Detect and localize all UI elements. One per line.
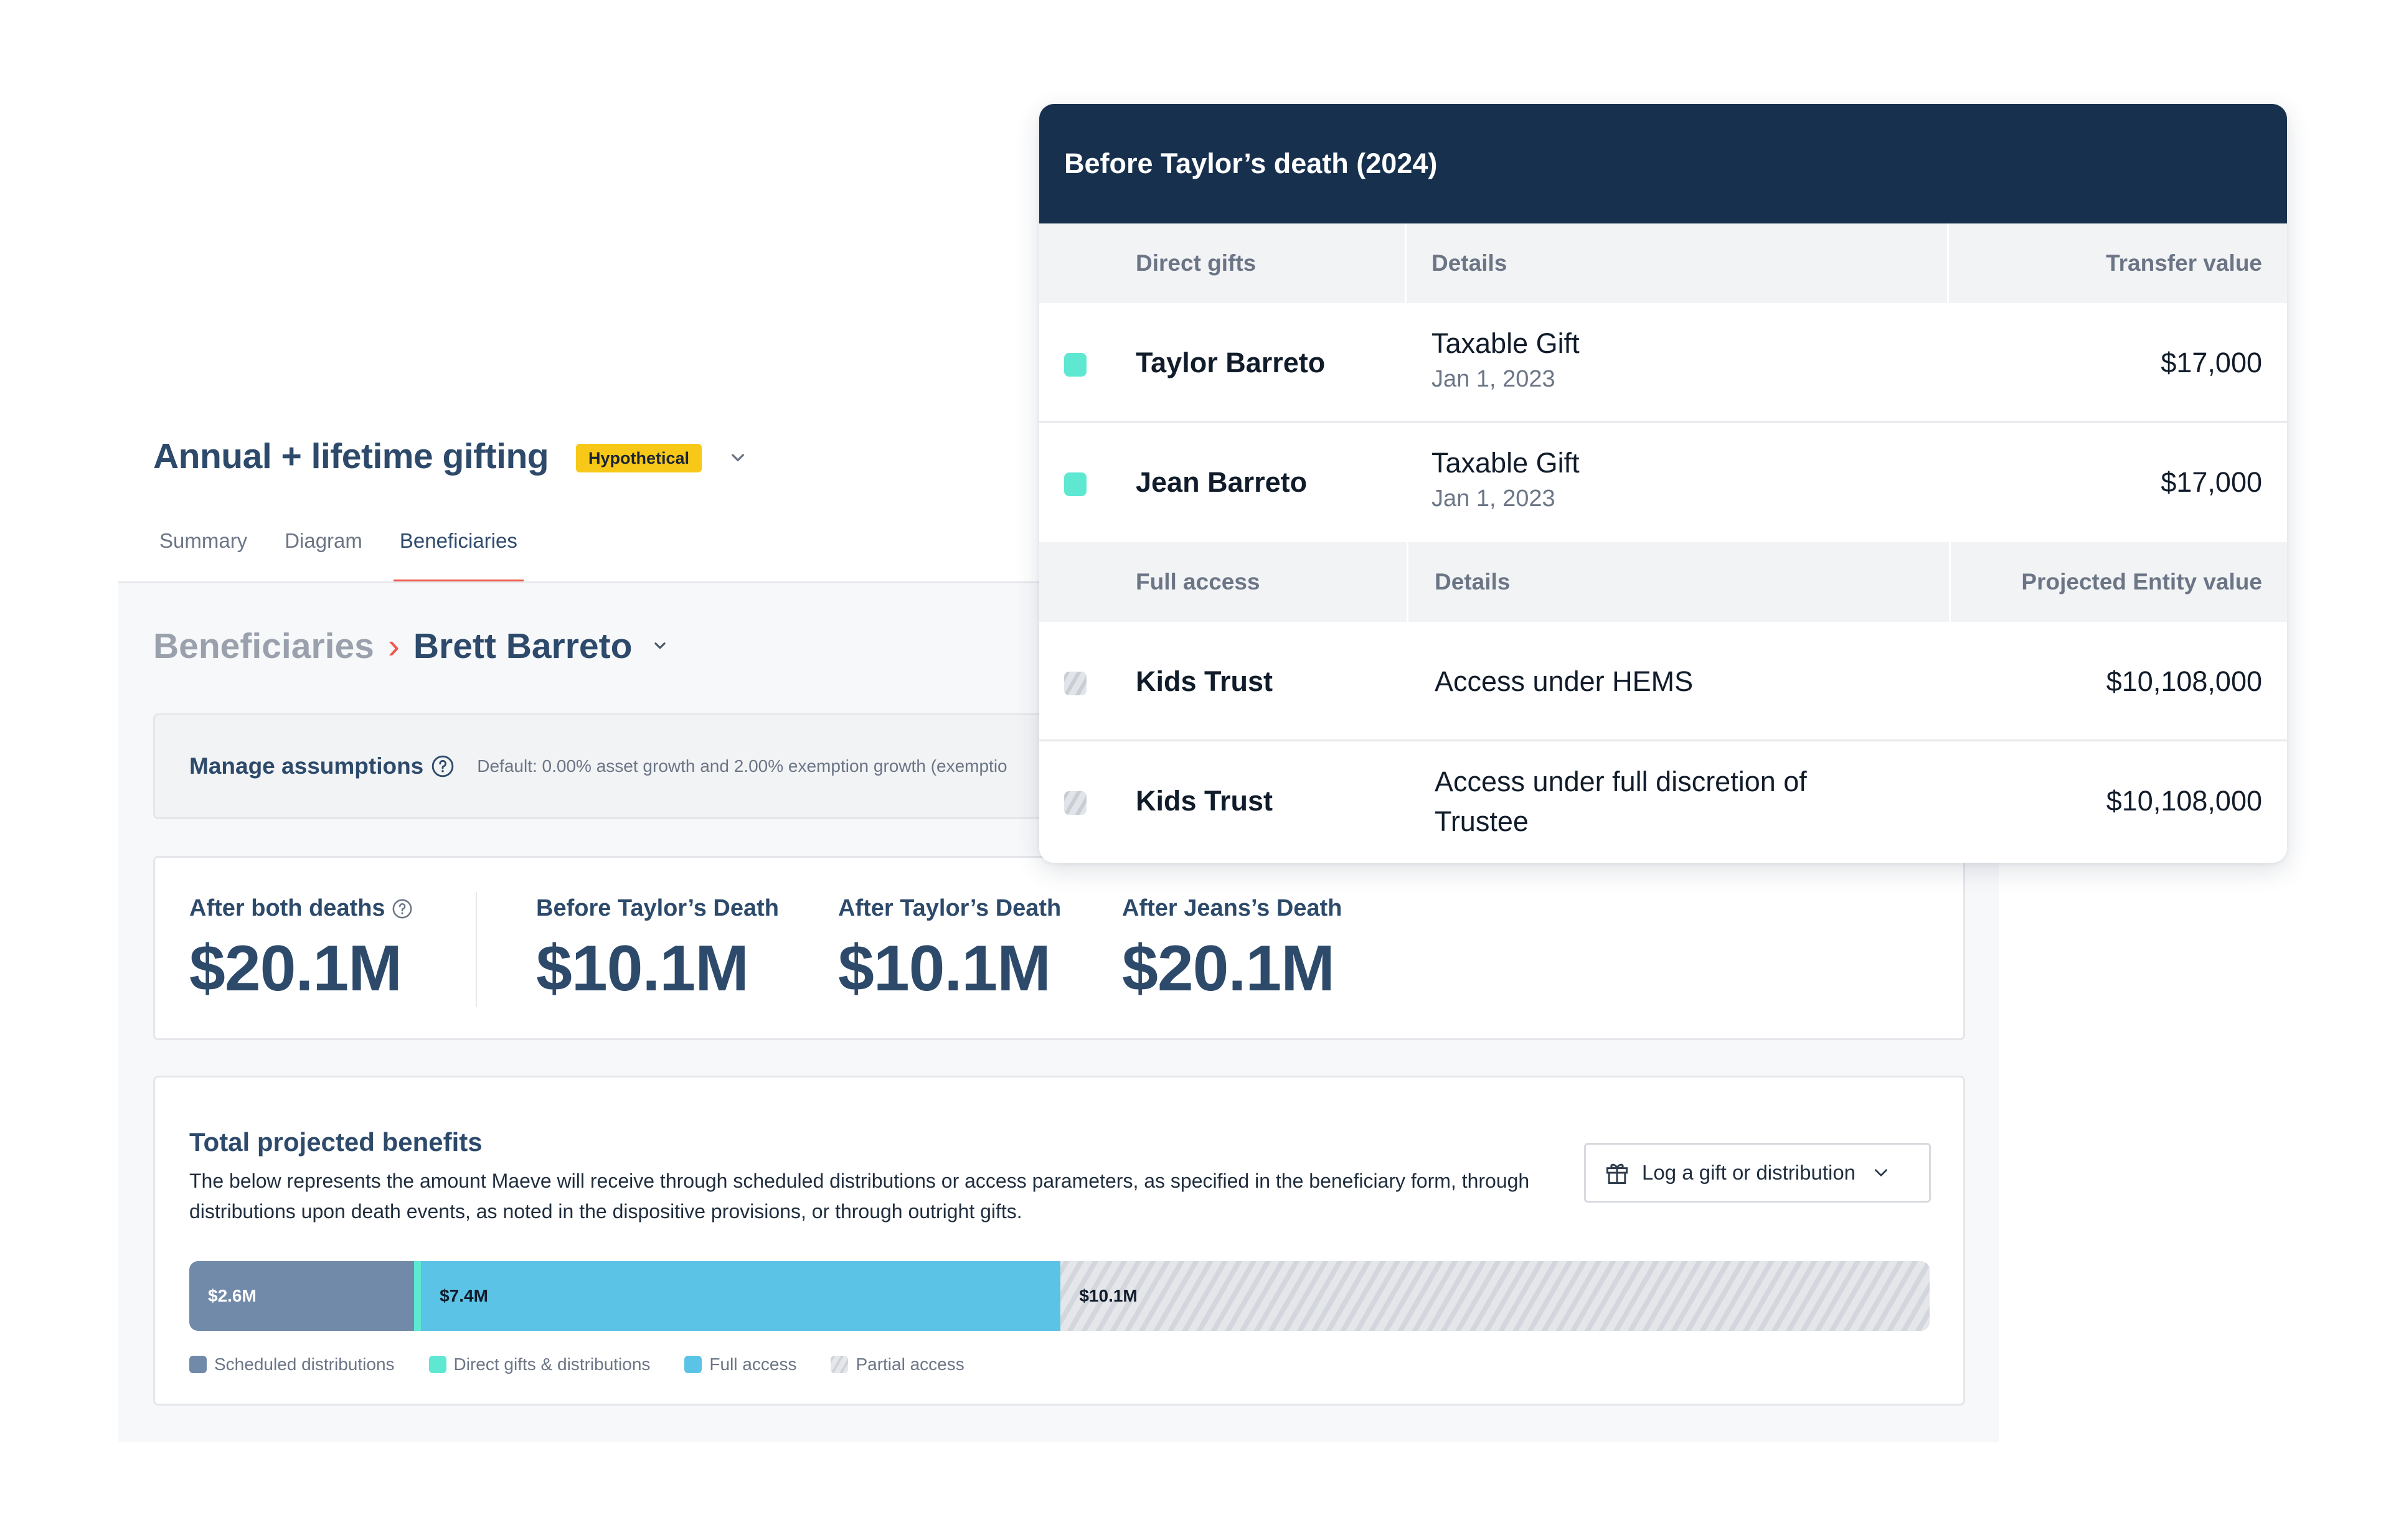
- breadcrumb-current: Brett Barreto: [413, 626, 633, 666]
- before-taylors-death-card: Before Taylor’s death (2024) Direct gift…: [1039, 104, 2287, 863]
- table-row[interactable]: Kids Trust Access under HEMS $10,108,000: [1039, 622, 2287, 741]
- legend-item-full-access: Full access: [684, 1355, 796, 1374]
- chevron-down-icon: [1875, 1169, 1887, 1176]
- bar-segment-direct-gifts-distributions: [413, 1261, 422, 1331]
- legend-label: Full access: [709, 1355, 797, 1374]
- table-row[interactable]: Jean Barreto Taxable Gift Jan 1, 2023 $1…: [1039, 423, 2287, 542]
- stat-after-both-deaths: After both deaths $20.1M: [189, 895, 413, 1006]
- page-title: Annual + lifetime gifting: [153, 436, 549, 476]
- bar-segment-label: $2.6M: [208, 1286, 257, 1305]
- benefits-description: The below represents the amount Maeve wi…: [189, 1170, 1530, 1223]
- stat-value: $20.1M: [1122, 932, 1335, 1005]
- partial-access-swatch: [1064, 791, 1087, 815]
- legend-swatch: [428, 1356, 446, 1373]
- bar-segment-full-access: $7.4M: [421, 1261, 1061, 1331]
- bar-segment-label: $7.4M: [440, 1286, 488, 1305]
- legend-swatch: [189, 1356, 207, 1373]
- legend-item-partial-access: Partial access: [831, 1355, 964, 1374]
- manage-assumptions-link[interactable]: Manage assumptions: [189, 753, 423, 779]
- stat-label: After Taylor’s Death: [838, 895, 1062, 921]
- total-projected-benefits-card: Total projected benefits The below repre…: [153, 1076, 1965, 1406]
- benefits-title: Total projected benefits: [189, 1127, 483, 1157]
- stat-value: $10.1M: [536, 932, 749, 1005]
- gift-date: Jan 1, 2023: [1431, 366, 1555, 392]
- bar-segment-label: $10.1M: [1079, 1286, 1138, 1305]
- bar-segment-scheduled-distributions: $2.6M: [189, 1261, 414, 1331]
- stat-value: $10.1M: [838, 932, 1051, 1005]
- breadcrumb-parent[interactable]: Beneficiaries: [153, 626, 374, 667]
- stat-label: After both deaths: [189, 895, 385, 921]
- column-divider: [1405, 223, 1407, 303]
- tab-bar: Summary Diagram Beneficiaries: [153, 523, 549, 583]
- entity-value: $10,108,000: [2106, 785, 2262, 817]
- column-header: Full access: [1136, 569, 1260, 594]
- gift-icon: [1606, 1163, 1628, 1184]
- access-detail: Access under full discretion of Trustee: [1435, 766, 1807, 837]
- entity-name: Kids Trust: [1136, 665, 1273, 697]
- direct-gift-swatch: [1064, 472, 1087, 496]
- hypothetical-badge: Hypothetical: [576, 444, 702, 472]
- gift-type: Taxable Gift: [1431, 327, 1580, 359]
- gift-date: Jan 1, 2023: [1431, 486, 1555, 512]
- benefits-legend: Scheduled distributions Direct gifts & di…: [189, 1355, 999, 1374]
- assumptions-description: Default: 0.00% asset growth and 2.00% ex…: [477, 756, 1007, 776]
- column-divider: [1949, 542, 1951, 622]
- breadcrumb: Beneficiaries › Brett Barreto: [153, 626, 671, 667]
- manage-assumptions-bar: Manage assumptions Default: 0.00% asset …: [153, 713, 1075, 819]
- overlay-title: Before Taylor’s death (2024): [1064, 148, 1438, 179]
- chevron-down-icon[interactable]: [725, 446, 750, 471]
- table-row[interactable]: Taylor Barreto Taxable Gift Jan 1, 2023 …: [1039, 303, 2287, 423]
- entity-name: Kids Trust: [1136, 785, 1273, 817]
- stat-label: Before Taylor’s Death: [536, 895, 779, 921]
- help-icon[interactable]: [392, 898, 413, 919]
- stat-label: After Jeans’s Death: [1122, 895, 1342, 921]
- legend-item-scheduled-distributions: Scheduled distributions: [189, 1355, 395, 1374]
- column-divider: [1947, 223, 1949, 303]
- direct-gifts-header-row: Direct gifts Details Transfer value: [1039, 223, 2287, 303]
- log-gift-button[interactable]: Log a gift or distribution: [1584, 1143, 1931, 1203]
- access-detail: Access under HEMS: [1435, 665, 1694, 697]
- chevron-down-icon[interactable]: [649, 636, 671, 657]
- stats-card: After both deaths $20.1M Before Taylor’s…: [153, 856, 1965, 1040]
- legend-swatch: [831, 1356, 849, 1373]
- partial-access-swatch: [1064, 672, 1087, 695]
- help-icon[interactable]: [431, 754, 455, 778]
- full-access-header-row: Full access Details Projected Entity val…: [1039, 542, 2287, 622]
- entity-value: $10,108,000: [2106, 665, 2262, 697]
- direct-gift-swatch: [1064, 353, 1087, 377]
- gift-detail: Taxable Gift Jan 1, 2023: [1431, 324, 1580, 395]
- column-header: Direct gifts: [1136, 250, 1257, 276]
- legend-swatch: [684, 1356, 702, 1373]
- column-header: Projected Entity value: [2021, 569, 2262, 594]
- tab-diagram[interactable]: Diagram: [278, 523, 369, 583]
- legend-label: Partial access: [856, 1355, 964, 1374]
- overlay-header: Before Taylor’s death (2024): [1039, 104, 2287, 223]
- column-header: Details: [1435, 569, 1511, 594]
- tab-summary[interactable]: Summary: [153, 523, 253, 583]
- legend-item-direct-gifts-distributions: Direct gifts & distributions: [428, 1355, 651, 1374]
- legend-label: Direct gifts & distributions: [453, 1355, 651, 1374]
- benefits-stacked-bar: $2.6M $7.4M $10.1M: [189, 1261, 1930, 1331]
- column-header: Transfer value: [2106, 250, 2262, 276]
- column-header: Details: [1431, 250, 1507, 276]
- bar-segment-partial-access: $10.1M: [1060, 1261, 1930, 1331]
- recipient-name: Taylor Barreto: [1136, 347, 1326, 378]
- stat-after-taylors-death: After Taylor’s Death $10.1M: [838, 895, 1061, 1006]
- stat-before-taylors-death: Before Taylor’s Death $10.1M: [536, 895, 779, 1006]
- tab-beneficiaries[interactable]: Beneficiaries: [393, 523, 524, 583]
- transfer-value: $17,000: [2161, 347, 2262, 378]
- legend-label: Scheduled distributions: [214, 1355, 395, 1374]
- breadcrumb-separator-icon: ›: [387, 626, 400, 666]
- stat-divider: [476, 892, 477, 1007]
- transfer-value: $17,000: [2161, 466, 2262, 498]
- recipient-name: Jean Barreto: [1136, 466, 1308, 498]
- stat-value: $20.1M: [189, 932, 402, 1005]
- gift-type: Taxable Gift: [1431, 447, 1580, 479]
- stat-after-jeans-death: After Jeans’s Death $20.1M: [1122, 895, 1342, 1006]
- log-gift-label: Log a gift or distribution: [1642, 1161, 1856, 1184]
- column-divider: [1407, 542, 1408, 622]
- table-row[interactable]: Kids Trust Access under full discretion …: [1039, 741, 2287, 863]
- gift-detail: Taxable Gift Jan 1, 2023: [1431, 443, 1580, 514]
